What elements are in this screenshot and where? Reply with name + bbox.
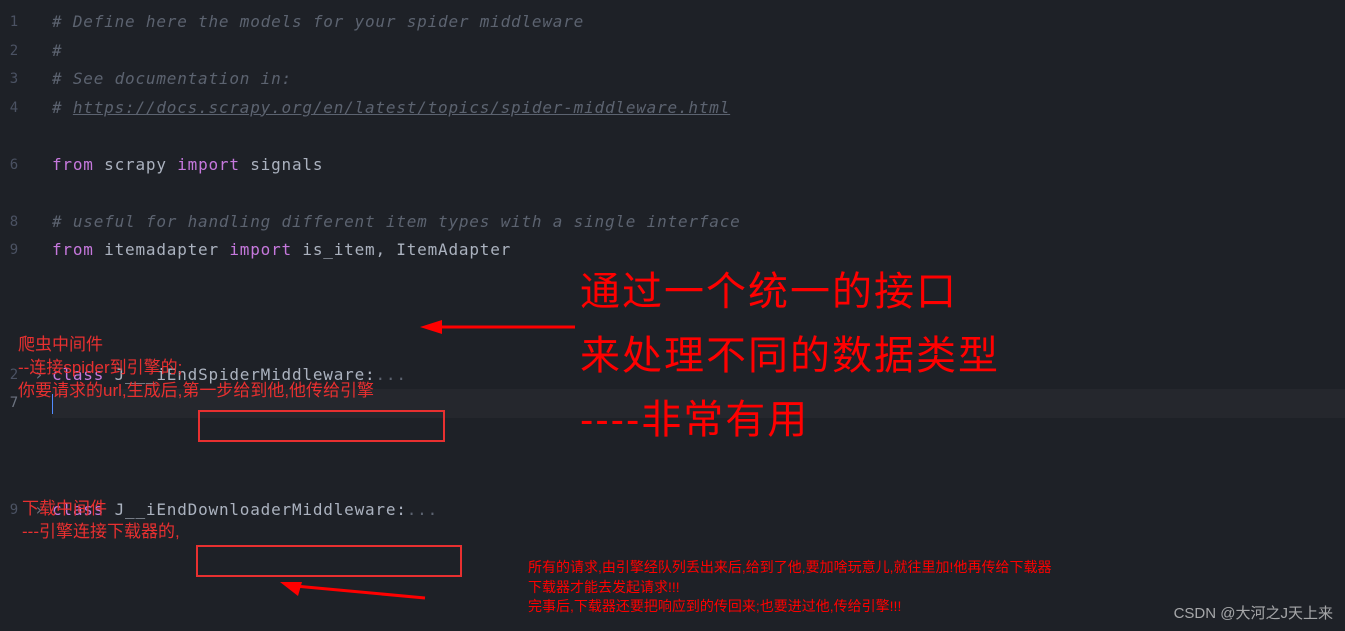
- line-number-active: 7: [0, 389, 28, 418]
- line-number: 1: [0, 8, 28, 37]
- line-number: 2: [0, 37, 28, 66]
- comment-url-line: # https://docs.scrapy.org/en/latest/topi…: [52, 94, 1345, 123]
- fold-chevron-icon[interactable]: ›: [34, 361, 46, 390]
- import-line: from scrapy import signals: [52, 151, 1345, 180]
- line-number: 3: [0, 65, 28, 94]
- watermark: CSDN @大河之J天上来: [1174, 602, 1333, 623]
- line-number: [0, 122, 28, 151]
- comment-line: # See documentation in:: [52, 65, 1345, 94]
- line-number-gutter: 1 2 3 4 6 8 9 2 7 9: [0, 0, 28, 631]
- class-def-line[interactable]: ›class J__iEndDownloaderMiddleware:...: [52, 496, 1345, 525]
- comment-line: # Define here the models for your spider…: [52, 8, 1345, 37]
- blank-line: [52, 179, 1345, 208]
- annotation-headline: 通过一个统一的接口 来处理不同的数据类型 ----非常有用: [580, 260, 1000, 452]
- line-number: [0, 418, 28, 496]
- fold-chevron-icon[interactable]: ›: [34, 496, 46, 525]
- comment-line: #: [52, 37, 1345, 66]
- line-number: 6: [0, 151, 28, 180]
- line-number: [0, 343, 28, 361]
- annotation-downloader-detail: 所有的请求,由引擎经队列丢出来后,给到了他,要加啥玩意儿,就往里加!他再传给下载…: [528, 558, 1051, 617]
- line-number: 4: [0, 94, 28, 123]
- text-cursor: [52, 394, 53, 414]
- comment-line: # useful for handling different item typ…: [52, 208, 1345, 237]
- blank-line: [52, 122, 1345, 151]
- line-number: 2: [0, 361, 28, 390]
- line-number: [0, 265, 28, 343]
- line-number: 8: [0, 208, 28, 237]
- line-number: 9: [0, 236, 28, 265]
- line-number: 9: [0, 496, 28, 525]
- line-number: [0, 179, 28, 208]
